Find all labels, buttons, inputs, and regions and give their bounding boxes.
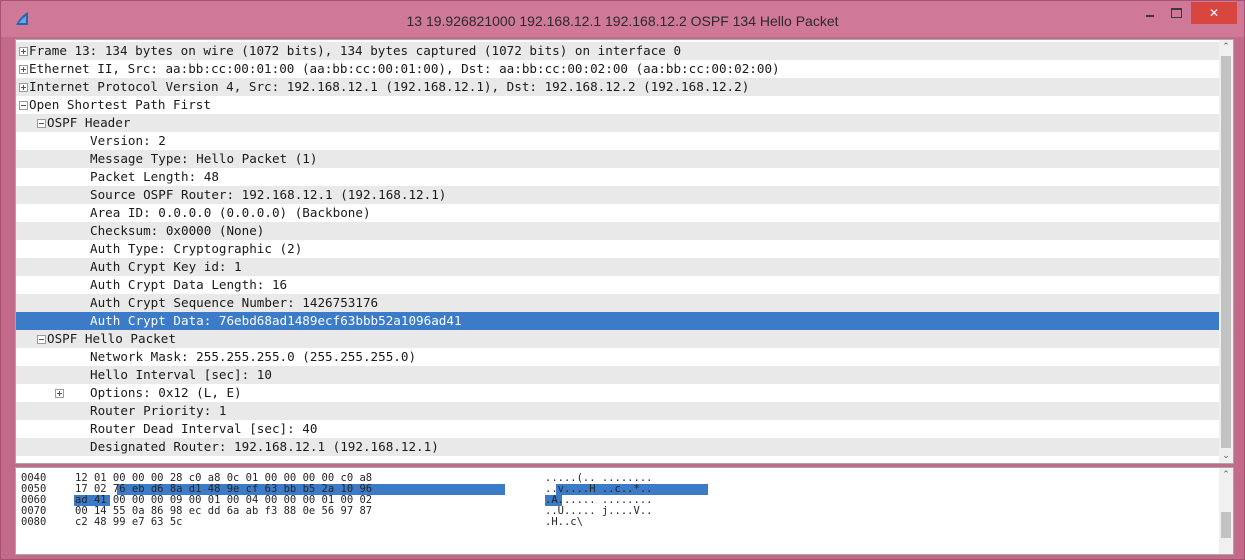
- expand-icon[interactable]: [55, 389, 64, 398]
- expand-icon[interactable]: [19, 83, 28, 92]
- scroll-up-icon[interactable]: ⌃: [1219, 468, 1233, 482]
- hex-offset: 0080: [21, 516, 47, 528]
- maximize-button[interactable]: [1163, 2, 1189, 24]
- tree-item[interactable]: Designated Router: 192.168.12.1 (192.168…: [16, 438, 1219, 456]
- minimize-button[interactable]: [1137, 2, 1163, 24]
- tree-item-label: Auth Crypt Data: 76ebd68ad1489ecf63bbb52…: [90, 313, 462, 328]
- tree-item[interactable]: Checksum: 0x0000 (None): [16, 222, 1219, 240]
- expand-icon[interactable]: [19, 47, 28, 56]
- hex-ascii: .H..c\: [545, 516, 583, 528]
- tree-item[interactable]: Message Type: Hello Packet (1): [16, 150, 1219, 168]
- window-title: 13 19.926821000 192.168.12.1 192.168.12.…: [406, 13, 839, 29]
- tree-item[interactable]: Router Priority: 1: [16, 402, 1219, 420]
- bytes-vertical-scrollbar[interactable]: ⌃: [1219, 468, 1233, 554]
- expand-icon[interactable]: [19, 65, 28, 74]
- tree-item[interactable]: Router Dead Interval [sec]: 40: [16, 420, 1219, 438]
- tree-item-label: Auth Crypt Sequence Number: 1426753176: [90, 295, 379, 310]
- bytes-scroll-thumb[interactable]: [1221, 512, 1231, 538]
- tree-item-label: Frame 13: 134 bytes on wire (1072 bits),…: [29, 43, 682, 58]
- tree-item[interactable]: Packet Length: 48: [16, 168, 1219, 186]
- tree-item[interactable]: Options: 0x12 (L, E): [16, 384, 1219, 402]
- collapse-icon[interactable]: [37, 335, 46, 344]
- packet-details-pane[interactable]: Frame 13: 134 bytes on wire (1072 bits),…: [15, 39, 1234, 464]
- details-scroll-thumb[interactable]: [1221, 56, 1231, 448]
- tree-item[interactable]: Auth Crypt Data Length: 16: [16, 276, 1219, 294]
- tree-item-label: Network Mask: 255.255.255.0 (255.255.255…: [90, 349, 417, 364]
- tree-item[interactable]: Internet Protocol Version 4, Src: 192.16…: [16, 78, 1219, 96]
- tree-item-label: Packet Length: 48: [90, 169, 219, 184]
- tree-item[interactable]: Auth Crypt Sequence Number: 1426753176: [16, 294, 1219, 312]
- tree-item[interactable]: Frame 13: 134 bytes on wire (1072 bits),…: [16, 42, 1219, 60]
- close-icon: ✕: [1208, 6, 1220, 20]
- tree-item-label: Auth Crypt Key id: 1: [90, 259, 242, 274]
- tree-item-label: Auth Type: Cryptographic (2): [90, 241, 303, 256]
- tree-item-label: OSPF Header: [47, 115, 131, 130]
- scroll-up-icon[interactable]: ⌃: [1219, 40, 1233, 54]
- tree-item[interactable]: Open Shortest Path First: [16, 96, 1219, 114]
- packet-window: 13 19.926821000 192.168.12.1 192.168.12.…: [0, 0, 1245, 560]
- title-bar[interactable]: 13 19.926821000 192.168.12.1 192.168.12.…: [1, 1, 1244, 37]
- tree-item[interactable]: Source OSPF Router: 192.168.12.1 (192.16…: [16, 186, 1219, 204]
- tree-item-label: Open Shortest Path First: [29, 97, 211, 112]
- collapse-icon[interactable]: [19, 101, 28, 110]
- tree-item[interactable]: Hello Interval [sec]: 10: [16, 366, 1219, 384]
- tree-item-label: Router Dead Interval [sec]: 40: [90, 421, 318, 436]
- details-vertical-scrollbar[interactable]: ⌃ ⌄: [1219, 40, 1233, 463]
- tree-item-label: Auth Crypt Data Length: 16: [90, 277, 288, 292]
- packet-bytes-pane[interactable]: 0040 12 01 00 00 00 28 c0 a8 0c 01 00 00 …: [15, 467, 1234, 555]
- hex-bytes: c2 48 99 e7 63 5c: [75, 516, 183, 528]
- close-button[interactable]: ✕: [1191, 2, 1237, 24]
- tree-item-label: Router Priority: 1: [90, 403, 227, 418]
- tree-item-label: Internet Protocol Version 4, Src: 192.16…: [29, 79, 750, 94]
- tree-item-label: Source OSPF Router: 192.168.12.1 (192.16…: [90, 187, 447, 202]
- tree-item[interactable]: Area ID: 0.0.0.0 (0.0.0.0) (Backbone): [16, 204, 1219, 222]
- scroll-down-icon[interactable]: ⌄: [1219, 449, 1233, 463]
- tree-item-label: Options: 0x12 (L, E): [90, 385, 242, 400]
- collapse-icon[interactable]: [37, 119, 46, 128]
- tree-item-label: Designated Router: 192.168.12.1 (192.168…: [90, 439, 439, 454]
- tree-item[interactable]: Version: 2: [16, 132, 1219, 150]
- tree-item[interactable]: OSPF Hello Packet: [16, 330, 1219, 348]
- tree-item-label: Version: 2: [90, 133, 166, 148]
- tree-item[interactable]: Auth Crypt Key id: 1: [16, 258, 1219, 276]
- minimize-icon: [1146, 15, 1154, 17]
- maximize-icon: [1171, 8, 1182, 18]
- tree-item-label: Area ID: 0.0.0.0 (0.0.0.0) (Backbone): [90, 205, 371, 220]
- tree-item-selected[interactable]: Auth Crypt Data: 76ebd68ad1489ecf63bbb52…: [16, 312, 1219, 330]
- tree-item[interactable]: Ethernet II, Src: aa:bb:cc:00:01:00 (aa:…: [16, 60, 1219, 78]
- tree-item-label: OSPF Hello Packet: [47, 331, 176, 346]
- tree-item[interactable]: Network Mask: 255.255.255.0 (255.255.255…: [16, 348, 1219, 366]
- tree-item-label: Message Type: Hello Packet (1): [90, 151, 318, 166]
- tree-item[interactable]: OSPF Header: [16, 114, 1219, 132]
- tree-item-label: Hello Interval [sec]: 10: [90, 367, 272, 382]
- tree-item[interactable]: Auth Type: Cryptographic (2): [16, 240, 1219, 258]
- tree-item-label: Ethernet II, Src: aa:bb:cc:00:01:00 (aa:…: [29, 61, 780, 76]
- tree-item-label: Checksum: 0x0000 (None): [90, 223, 265, 238]
